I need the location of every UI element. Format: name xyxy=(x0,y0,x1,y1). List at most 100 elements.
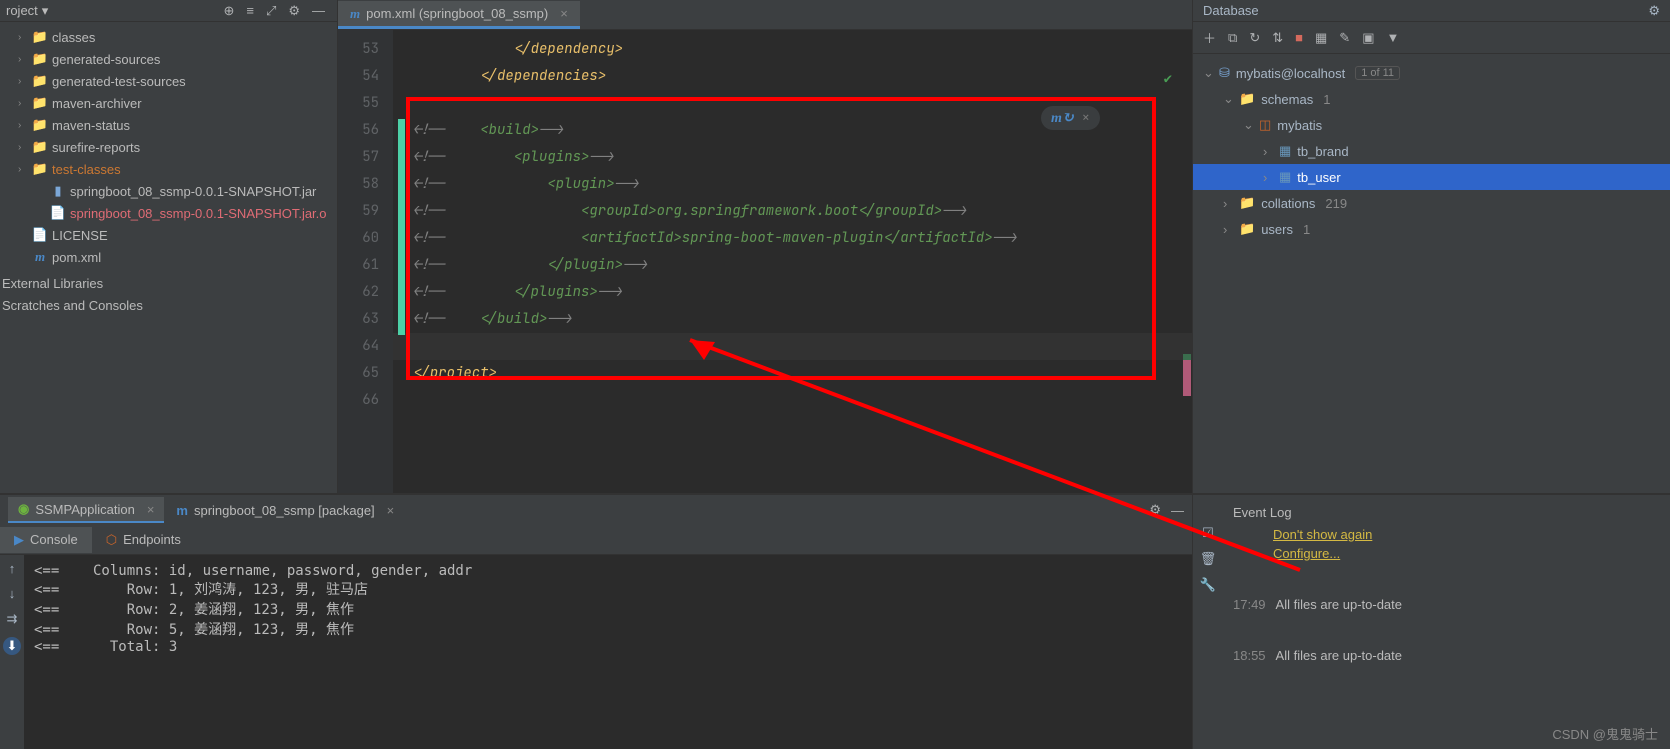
close-hint-icon[interactable]: × xyxy=(1082,109,1090,127)
db-header: Database ⚙ xyxy=(1193,0,1670,22)
chevron-icon: › xyxy=(1263,170,1273,185)
hint-pill[interactable]: m↻ × xyxy=(1041,106,1100,130)
tree-item-maven-archiver[interactable]: ›📁maven-archiver xyxy=(0,92,337,114)
console-output[interactable]: <== Columns: id, username, password, gen… xyxy=(24,555,1192,749)
db-count: 1 xyxy=(1323,92,1330,107)
db-item-tb-brand[interactable]: ›▦tb_brand xyxy=(1193,138,1670,164)
wrench-icon[interactable]: 🔧 xyxy=(1200,577,1216,593)
db-item-schemas[interactable]: ⌄📁schemas1 xyxy=(1193,86,1670,112)
code-line-62[interactable]: <!-- </plugins>--> xyxy=(393,279,1192,306)
code-line-54[interactable]: </dependencies> xyxy=(393,63,1192,90)
editor-tab-pom[interactable]: m pom.xml (springboot_08_ssmp) × xyxy=(338,1,580,29)
copy-icon[interactable]: ⧉ xyxy=(1228,30,1237,46)
folder-icon: 📁 xyxy=(33,52,47,66)
chevron-icon: ⌄ xyxy=(1223,91,1233,107)
db-label: mybatis xyxy=(1277,118,1322,133)
close-icon[interactable]: × xyxy=(147,502,155,517)
db-label: collations xyxy=(1261,196,1315,211)
tree-item-generated-sources[interactable]: ›📁generated-sources xyxy=(0,48,337,70)
console-icon[interactable]: ▣ xyxy=(1362,30,1374,46)
external-label: External Libraries xyxy=(2,276,103,291)
filter-icon[interactable]: ▼ xyxy=(1386,30,1399,45)
close-icon[interactable]: × xyxy=(387,503,395,518)
folder-icon: 📁 xyxy=(33,96,47,110)
code-line-57[interactable]: <!-- <plugins>--> xyxy=(393,144,1192,171)
chevron-icon: ⌄ xyxy=(1243,117,1253,133)
table-icon: ▦ xyxy=(1279,169,1291,185)
expand-icon[interactable]: ≡ xyxy=(246,3,254,19)
hide-icon[interactable]: — xyxy=(312,3,325,19)
run-tab-springboot-08-ssmp--package-[interactable]: mspringboot_08_ssmp [package]× xyxy=(166,499,404,522)
tab-endpoints[interactable]: ⬡ Endpoints xyxy=(92,527,195,553)
settings-icon[interactable]: ⚙ xyxy=(288,3,300,19)
code-line-64[interactable] xyxy=(393,333,1192,360)
event-time: 17:49 xyxy=(1233,597,1266,612)
tree-item-test-classes[interactable]: ›📁test-classes xyxy=(0,158,337,180)
code-line-63[interactable]: <!-- </build>--> xyxy=(393,306,1192,333)
db-tree: ⌄⛁mybatis@localhost1 of 11⌄📁schemas1⌄◫my… xyxy=(1193,54,1670,248)
tree-item-maven-status[interactable]: ›📁maven-status xyxy=(0,114,337,136)
tree-label: generated-sources xyxy=(52,52,160,67)
file-icon: 📄 xyxy=(33,228,47,242)
db-item-mybatis-localhost[interactable]: ⌄⛁mybatis@localhost1 of 11 xyxy=(1193,60,1670,86)
line-number: 63 xyxy=(338,306,379,333)
collapse-icon[interactable]: ⤢ xyxy=(266,3,276,19)
up-icon[interactable]: ↑ xyxy=(9,561,16,576)
db-item-collations[interactable]: ›📁collations219 xyxy=(1193,190,1670,216)
close-tab-icon[interactable]: × xyxy=(560,6,568,21)
change-marker xyxy=(398,119,405,335)
dont-show-link[interactable]: Don't show again xyxy=(1273,527,1660,542)
table-icon: ▦ xyxy=(1279,143,1291,159)
external-libraries[interactable]: External Libraries xyxy=(0,272,337,294)
add-icon[interactable]: ＋ xyxy=(1203,28,1216,47)
code-line-53[interactable]: </dependency> xyxy=(393,36,1192,63)
run-settings-icon[interactable]: ⚙ xyxy=(1149,502,1161,518)
download-icon[interactable]: ⬇ xyxy=(3,637,21,655)
sync-icon[interactable]: ⇅ xyxy=(1272,30,1283,46)
db-item-mybatis[interactable]: ⌄◫mybatis xyxy=(1193,112,1670,138)
refresh-icon[interactable]: ↻ xyxy=(1249,30,1260,46)
code-line-60[interactable]: <!-- <artifactId>spring-boot-maven-plugi… xyxy=(393,225,1192,252)
db-item-users[interactable]: ›📁users1 xyxy=(1193,216,1670,242)
configure-link[interactable]: Configure... xyxy=(1273,546,1660,561)
inspection-ok-icon[interactable]: ✔ xyxy=(1164,70,1172,88)
edit-icon[interactable]: ✎ xyxy=(1339,30,1350,46)
tree-item-license[interactable]: 📄LICENSE xyxy=(0,224,337,246)
code-line-65[interactable]: </project> xyxy=(393,360,1192,387)
tree-item-springboot-08-ssmp-0-0-1-snapshot-jar-o[interactable]: 📄springboot_08_ssmp-0.0.1-SNAPSHOT.jar.o xyxy=(0,202,337,224)
down-icon[interactable]: ↓ xyxy=(9,586,16,601)
event-log-panel: ☑ 🗑 🔧 Event Log Don't show again Configu… xyxy=(1192,493,1670,749)
console-area: ↑ ↓ ⇉ ⬇ <== Columns: id, username, passw… xyxy=(0,555,1192,749)
tree-item-classes[interactable]: ›📁classes xyxy=(0,26,337,48)
tab-console[interactable]: ▶ Console xyxy=(0,527,92,553)
tree-item-springboot-08-ssmp-0-0-1-snapshot-jar[interactable]: ▮springboot_08_ssmp-0.0.1-SNAPSHOT.jar xyxy=(0,180,337,202)
event-entry: 17:49All files are up-to-date xyxy=(1233,597,1660,612)
run-tab-ssmpapplication[interactable]: ◉SSMPApplication× xyxy=(8,497,164,523)
event-header: Event Log xyxy=(1233,501,1660,523)
checkbox-icon[interactable]: ☑ xyxy=(1202,525,1214,541)
locate-icon[interactable]: ⊕ xyxy=(223,3,234,19)
tree-item-pom-xml[interactable]: mpom.xml xyxy=(0,246,337,268)
maven-icon: m xyxy=(350,6,360,22)
tree-item-generated-test-sources[interactable]: ›📁generated-test-sources xyxy=(0,70,337,92)
run-panel: ◉SSMPApplication×mspringboot_08_ssmp [pa… xyxy=(0,493,1192,749)
scratches-consoles[interactable]: Scratches and Consoles xyxy=(0,294,337,316)
line-number: 60 xyxy=(338,225,379,252)
project-dropdown[interactable]: roject ▾ xyxy=(6,3,223,19)
code-line-66[interactable] xyxy=(393,387,1192,414)
line-number: 54 xyxy=(338,63,379,90)
db-settings-icon[interactable]: ⚙ xyxy=(1648,3,1660,19)
code-line-61[interactable]: <!-- </plugin>--> xyxy=(393,252,1192,279)
minimize-icon[interactable]: — xyxy=(1171,503,1184,518)
line-number: 65 xyxy=(338,360,379,387)
table-view-icon[interactable]: ▦ xyxy=(1315,30,1327,46)
trash-icon[interactable]: 🗑 xyxy=(1200,551,1217,567)
tree-item-surefire-reports[interactable]: ›📁surefire-reports xyxy=(0,136,337,158)
code-line-59[interactable]: <!-- <groupId>org.springframework.boot</… xyxy=(393,198,1192,225)
code-line-58[interactable]: <!-- <plugin>--> xyxy=(393,171,1192,198)
db-item-tb-user[interactable]: ›▦tb_user xyxy=(1193,164,1670,190)
stop-icon[interactable]: ■ xyxy=(1295,30,1303,45)
wrap-icon[interactable]: ⇉ xyxy=(7,611,18,627)
line-number: 57 xyxy=(338,144,379,171)
tree-label: surefire-reports xyxy=(52,140,140,155)
